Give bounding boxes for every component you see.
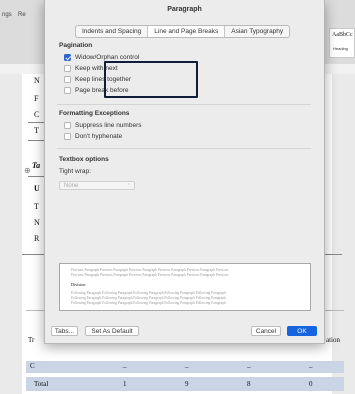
doc-text: C <box>34 110 40 119</box>
table-move-handle[interactable]: ⊕ <box>24 166 31 175</box>
table-cell: 9 <box>185 380 189 388</box>
preview-sample-text: Division <box>71 282 86 287</box>
table-cell: 8 <box>247 380 251 388</box>
table-cell: _ <box>123 361 127 369</box>
preview-following-text: Following Paragraph Following Paragraph … <box>71 301 226 305</box>
doc-text: N <box>34 76 40 85</box>
doc-text: Ta <box>32 161 41 170</box>
table-cell: Tr <box>28 336 35 344</box>
textbox-options-heading: Textbox options <box>59 156 109 163</box>
table-border <box>28 140 44 141</box>
table-cell: 1 <box>123 380 127 388</box>
preview-following-text: Following Paragraph Following Paragraph … <box>71 296 226 300</box>
tight-wrap-select[interactable]: None ⌃ <box>59 181 135 190</box>
checkbox-label: Suppress line numbers <box>75 121 142 129</box>
table-cell: C <box>30 362 35 370</box>
table-cell: _ <box>309 361 313 369</box>
tabs-button[interactable]: Tabs... <box>51 326 78 336</box>
table-border <box>28 176 44 177</box>
ribbon-tab-settings[interactable]: ngs <box>2 12 12 18</box>
doc-text: R <box>34 234 40 243</box>
doc-text: F <box>34 94 39 103</box>
style-name: Heading <box>333 46 348 51</box>
table-cell: _ <box>185 361 189 369</box>
formatting-exceptions-heading: Formatting Exceptions <box>59 110 130 117</box>
checkbox-unchecked-icon[interactable] <box>64 86 71 94</box>
style-sample-text: AaBbCc <box>332 32 353 38</box>
doc-text: T <box>34 202 39 211</box>
preview-previous-text: Previous Paragraph Previous Paragraph Pr… <box>71 273 229 277</box>
checkbox-unchecked-icon[interactable] <box>64 75 71 83</box>
checkbox-unchecked-icon[interactable] <box>64 121 71 129</box>
tab-bar: Indents and Spacing Line and Page Breaks… <box>75 25 291 38</box>
style-gallery-item[interactable]: AaBbCc Heading <box>329 28 355 58</box>
preview-previous-text: Previous Paragraph Previous Paragraph Pr… <box>71 268 229 272</box>
table-border <box>322 254 342 255</box>
ribbon-tab-review[interactable]: Re <box>18 12 26 18</box>
section-divider <box>57 148 311 149</box>
suppress-line-numbers-checkbox[interactable]: Suppress line numbers <box>64 121 141 129</box>
doc-text: N <box>34 218 40 227</box>
dialog-title: Paragraph <box>167 6 202 13</box>
checkbox-label: Don't hyphenate <box>75 132 123 140</box>
table-cell: Total <box>34 380 49 388</box>
doc-text: U <box>34 184 40 193</box>
dont-hyphenate-checkbox[interactable]: Don't hyphenate <box>64 132 122 140</box>
preview-pane: Previous Paragraph Previous Paragraph Pr… <box>59 263 311 311</box>
table-border <box>22 254 46 255</box>
widow-orphan-checkbox[interactable]: Widow/Orphan control <box>64 53 139 61</box>
tight-wrap-value: None <box>64 183 79 189</box>
table-cell: ation <box>326 336 340 344</box>
checkbox-label: Widow/Orphan control <box>75 53 140 61</box>
pagination-heading: Pagination <box>59 42 93 49</box>
set-as-default-button[interactable]: Set As Default <box>85 326 139 336</box>
checkbox-unchecked-icon[interactable] <box>64 132 71 140</box>
tight-wrap-label: Tight wrap: <box>59 168 91 175</box>
tab-asian-typography[interactable]: Asian Typography <box>225 26 289 37</box>
cancel-button[interactable]: Cancel <box>251 326 281 336</box>
checkbox-unchecked-icon[interactable] <box>64 64 71 72</box>
table-border <box>28 122 44 123</box>
preview-following-text: Following Paragraph Following Paragraph … <box>71 291 226 295</box>
checkbox-checked-icon[interactable] <box>64 53 71 61</box>
tab-indents-and-spacing[interactable]: Indents and Spacing <box>76 26 149 37</box>
doc-text: T <box>34 126 39 135</box>
table-cell: _ <box>247 361 251 369</box>
table-cell: 0 <box>309 380 313 388</box>
chevron-updown-icon: ⌃ <box>126 183 131 189</box>
paragraph-dialog: Paragraph Indents and Spacing Line and P… <box>44 0 325 344</box>
tab-line-and-page-breaks[interactable]: Line and Page Breaks <box>148 26 226 37</box>
section-divider <box>57 104 311 105</box>
ok-button[interactable]: OK <box>287 326 317 336</box>
highlight-annotation-box <box>104 61 198 98</box>
